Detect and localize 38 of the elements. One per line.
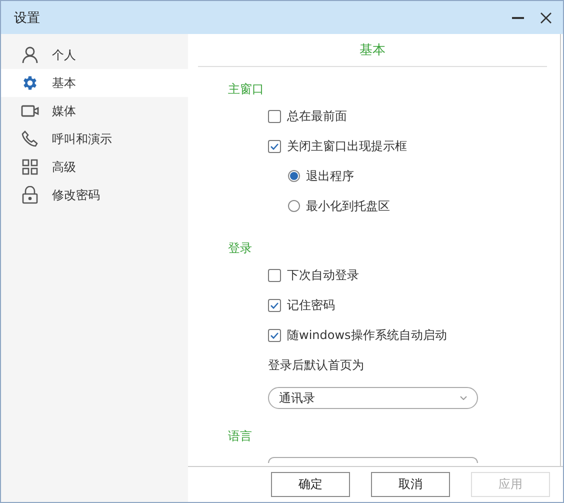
radio-label: 退出程序 [306,168,354,184]
grid-icon [22,159,38,175]
field-label: 登录后默认首页为 [268,356,364,374]
sidebar-item[interactable]: 高级 [1,153,188,181]
radio-label: 最小化到托盘区 [306,198,390,214]
checkbox-label: 总在最前面 [287,108,347,124]
phone-icon [21,130,39,148]
dialog-button[interactable]: 确定 [271,472,350,497]
checkbox-label: 随windows操作系统自动启动 [287,326,447,344]
person-icon [22,46,38,64]
minimize-icon [512,16,524,18]
checkbox[interactable] [268,328,281,342]
sidebar-item[interactable]: 修改密码 [1,181,188,209]
settings-icon [21,74,39,92]
group-title: 语言 [228,428,252,444]
radio-button[interactable] [288,170,300,182]
radio-button[interactable] [288,200,300,212]
chevron-down-icon [460,396,467,400]
checkbox-label: 记住密码 [287,296,335,314]
checkbox[interactable] [268,298,281,312]
close-icon [540,12,552,24]
checkbox[interactable] [268,268,281,282]
checkbox[interactable] [268,140,281,152]
checkbox[interactable] [268,110,281,122]
lock-icon [22,186,38,204]
camera-icon [21,104,39,118]
sidebar-item[interactable]: 呼叫和演示 [1,125,188,153]
group-title: 登录 [228,240,252,256]
dropdown[interactable]: 通讯录 [268,387,478,409]
checkbox-label: 关闭主窗口出现提示框 [287,138,407,154]
sidebar-item[interactable]: 媒体 [1,97,188,125]
group-title: 主窗口 [228,80,264,98]
window-title: 设置 [14,10,41,26]
checkbox-label: 下次自动登录 [287,266,359,284]
dialog-button[interactable]: 取消 [371,472,450,497]
sidebar-item[interactable]: 基本 [1,69,188,97]
section-heading: 基本 [360,42,386,59]
sidebar-item[interactable]: 个人 [1,41,188,69]
